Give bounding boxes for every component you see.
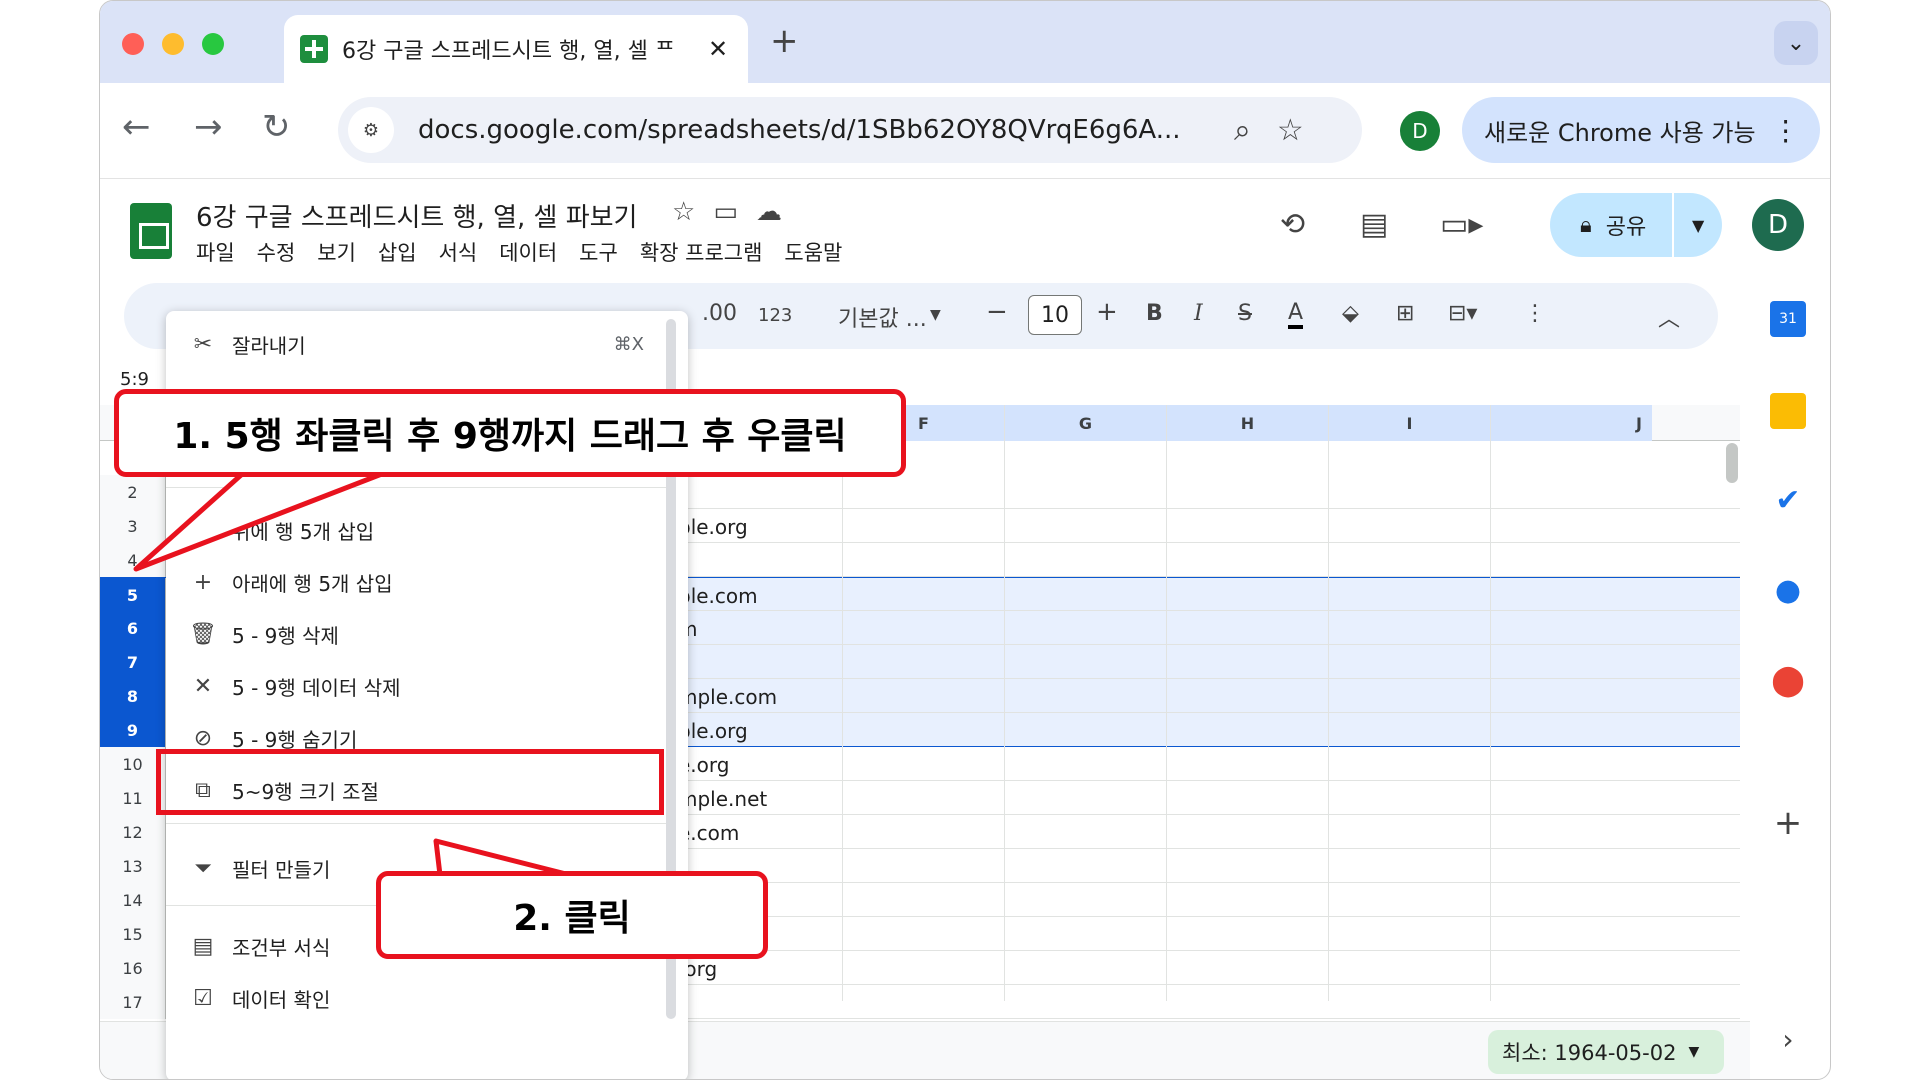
hide-rows-highlight <box>156 749 664 815</box>
step2-annotation: 2. 클릭 <box>376 871 768 959</box>
step1-callout-tail <box>133 464 403 572</box>
browser-window: 6강 구글 스프레드시트 행, 열, 셀 ᄑ ✕ + ⌄ ← → ↻ ⚙ doc… <box>99 0 1831 1080</box>
step1-annotation: 1. 5행 좌클릭 후 9행까지 드래그 후 우클릭 <box>114 389 906 477</box>
annotation-arrows <box>133 464 573 878</box>
step2-callout-tail <box>433 838 573 878</box>
